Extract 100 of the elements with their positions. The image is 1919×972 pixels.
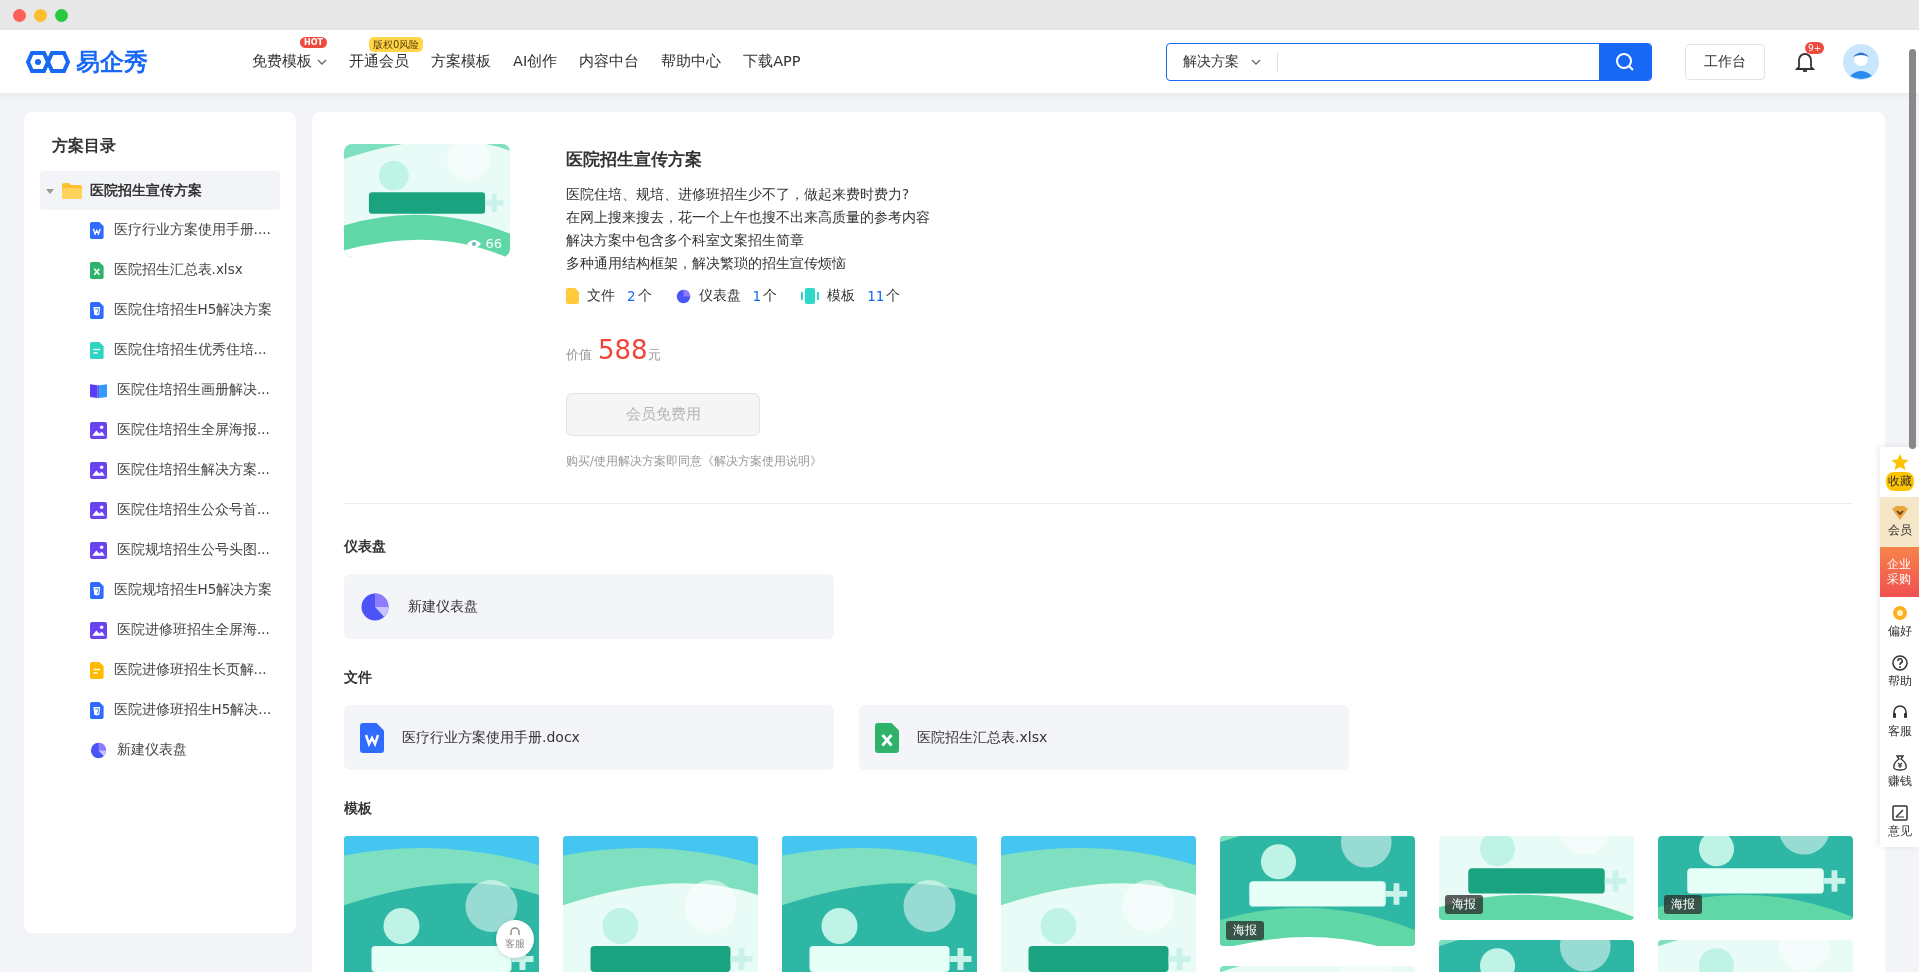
star-icon — [1890, 453, 1909, 470]
count-unit: 个 — [637, 287, 652, 305]
workbench-button[interactable]: 工作台 — [1685, 43, 1765, 80]
search-button[interactable] — [1599, 43, 1651, 80]
close-window-button[interactable] — [13, 8, 26, 22]
tree-file-item[interactable]: 医院进修班招生H5解决... — [40, 690, 280, 730]
count-value: 2 — [627, 288, 636, 304]
side-tool-button[interactable]: 收藏 — [1880, 447, 1919, 497]
minimize-window-button[interactable] — [34, 8, 47, 22]
hot-badge: HOT — [300, 37, 327, 48]
book-icon — [90, 381, 107, 399]
headset-icon — [509, 927, 521, 937]
tree-file-item[interactable]: 医院规培招生公号头图... — [40, 530, 280, 570]
pie-chart-icon — [360, 591, 390, 622]
nav-link[interactable]: 帮助中心 — [661, 52, 722, 71]
price-label: 价值 — [566, 346, 592, 364]
sidebar-title: 方案目录 — [52, 136, 117, 157]
description-line: 多种通用结构框架，解决繁琐的招生宣传烦恼 — [566, 254, 847, 273]
money-bag-icon — [1891, 754, 1908, 771]
nav-link[interactable]: AI创作 — [513, 52, 558, 71]
side-tool-button[interactable]: 赚钱 — [1880, 747, 1919, 797]
count-label: 文件 — [587, 287, 615, 305]
maximize-window-button[interactable] — [55, 8, 68, 22]
agreement-note: 购买/使用解决方案即同意《解决方案使用说明》 — [566, 454, 823, 469]
scrollbar[interactable] — [1909, 49, 1916, 449]
image-file-icon — [90, 621, 107, 639]
search-icon — [1615, 51, 1635, 72]
chevron-down-icon — [1251, 58, 1261, 65]
caret-down-icon[interactable] — [46, 186, 54, 195]
tree-file-item[interactable]: 医院住培招生解决方案... — [40, 450, 280, 490]
tree-file-item[interactable]: 医院规培招生H5解决方案 — [40, 570, 280, 610]
count-unit: 个 — [886, 287, 901, 305]
h5-file-icon — [90, 301, 104, 319]
tree-file-item[interactable]: 医院住培招生画册解决... — [40, 370, 280, 410]
side-tool-button[interactable]: 帮助 — [1880, 647, 1919, 697]
file-card[interactable]: 医疗行业方案使用手册.docx — [344, 705, 834, 770]
word-file-icon — [360, 722, 384, 753]
eye-icon — [467, 238, 482, 249]
section-title: 模板 — [344, 800, 373, 818]
folder-icon — [62, 182, 82, 199]
side-tool-button[interactable]: 客服 — [1880, 697, 1919, 747]
tree-file-item[interactable]: 新建仪表盘 — [40, 730, 280, 770]
h5-file-icon — [90, 581, 104, 599]
notification-badge: 9+ — [1805, 41, 1825, 54]
description-line: 医院住培、规培、进修班招生少不了，做起来费时费力? — [566, 185, 911, 204]
tree-file-item[interactable]: 医院住培招生公众号首... — [40, 490, 280, 530]
solution-title: 医院招生宣传方案 — [566, 148, 703, 171]
template-tag: 海报 — [1445, 895, 1483, 914]
pie-chart-icon — [675, 288, 691, 304]
notification-bell-icon[interactable] — [1795, 50, 1815, 73]
headset-icon — [1891, 704, 1908, 721]
nav-link[interactable]: 免费模板 — [252, 52, 327, 71]
spreadsheet-file-icon — [875, 722, 899, 753]
image-file-icon — [90, 421, 107, 439]
form-file-icon — [90, 341, 104, 359]
tree-file-item[interactable]: 医院进修班招生全屏海... — [40, 610, 280, 650]
chevron-down-icon — [317, 58, 327, 65]
chevron-gem-icon — [1891, 505, 1908, 520]
image-file-icon — [90, 501, 107, 519]
section-title: 仪表盘 — [344, 538, 387, 556]
promo-badge: 版权0风险 — [369, 37, 424, 52]
tree-file-item[interactable]: 医院住培招生全屏海报... — [40, 410, 280, 450]
description-line: 在网上搜来搜去，花一个上午也搜不出来高质量的参考内容 — [566, 208, 930, 227]
dashboard-card[interactable]: 新建仪表盘 — [344, 574, 834, 639]
nav-link[interactable]: 方案模板 — [431, 52, 491, 71]
count-value: 11 — [867, 288, 885, 304]
search-field[interactable]: 解决方案 — [1166, 42, 1652, 81]
tree-file-item[interactable]: 医疗行业方案使用手册.... — [40, 210, 280, 250]
count-value: 1 — [752, 288, 762, 304]
side-tool-button[interactable]: 意见 — [1880, 797, 1919, 847]
brand-name[interactable]: 易企秀 — [76, 45, 148, 78]
spreadsheet-file-icon — [90, 261, 104, 279]
h5-file-icon — [90, 701, 104, 719]
logo-icon — [24, 50, 72, 73]
side-tool-button[interactable]: 会员 — [1880, 497, 1919, 547]
nav-link[interactable]: 下载APP — [743, 52, 801, 71]
tree-file-item[interactable]: 医院住培招生优秀住培... — [40, 330, 280, 370]
document-icon — [90, 661, 104, 679]
file-icon — [566, 288, 579, 304]
side-tool-button[interactable]: 偏好 — [1880, 597, 1919, 647]
word-file-icon — [90, 221, 104, 239]
nav-link[interactable]: 开通会员 — [349, 52, 409, 71]
section-title: 文件 — [344, 669, 373, 687]
tree-folder-item[interactable]: 医院招生宣传方案 — [40, 171, 280, 210]
file-card[interactable]: 医院招生汇总表.xlsx — [859, 705, 1349, 770]
template-tag: 海报 — [1664, 895, 1702, 914]
nav-link[interactable]: 内容中台 — [579, 52, 640, 71]
tree-file-item[interactable]: 医院住培招生H5解决方案 — [40, 290, 280, 330]
price-value: 588 — [598, 335, 648, 365]
view-count: 66 — [467, 236, 502, 251]
count-label: 模板 — [827, 287, 856, 305]
description-line: 解决方案中包含多个科室文案招生简章 — [566, 231, 805, 250]
tree-file-item[interactable]: 医院进修班招生长页解... — [40, 650, 280, 690]
image-file-icon — [90, 461, 107, 479]
pie-chart-icon — [90, 741, 107, 759]
tree-file-item[interactable]: 医院招生汇总表.xlsx — [40, 250, 280, 290]
count-label: 仪表盘 — [698, 287, 741, 305]
currency-label: 元 — [647, 347, 661, 364]
count-unit: 个 — [763, 287, 778, 305]
avatar-icon[interactable] — [1843, 43, 1879, 80]
